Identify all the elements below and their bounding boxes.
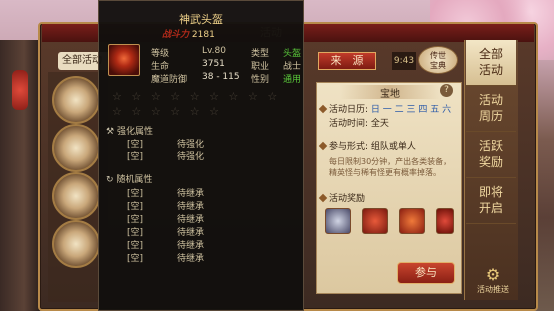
gender-label: 性别 (251, 75, 270, 85)
power-row: 战斗力 2181 (162, 27, 215, 40)
item-name: 神武头盔 (179, 13, 223, 26)
star-icon: ☆ (150, 90, 161, 103)
form-label: 参与形式: (329, 142, 369, 152)
level-value: Lv.80 (202, 46, 226, 56)
description-line-2: 精英怪与稀有怪更有概率掉落。 (329, 168, 441, 177)
activity-push-button[interactable]: ⚙ 活动推送 (472, 266, 514, 300)
tab-coming-soon[interactable]: 即将 开启 (466, 178, 516, 224)
form-row: 参与形式: 组队或单人 (318, 139, 416, 152)
form-value: 组队或单人 (370, 142, 416, 152)
time-badge: 9:43 (392, 52, 416, 70)
schedule-label: 活动日历: (329, 105, 369, 115)
random-slot-4: [空] (127, 228, 144, 238)
push-label: 活动推送 (477, 285, 509, 294)
random-status-4: 待继承 (177, 228, 205, 238)
power-label: 战斗力 (162, 30, 190, 40)
star-icon: ☆ (170, 105, 181, 118)
type-label: 类型 (251, 49, 270, 59)
reward-label: 活动奖励 (329, 194, 366, 204)
type-value: 头盔 (283, 49, 302, 59)
bullet-icon (318, 104, 328, 114)
star-icon: ☆ (228, 90, 239, 103)
mdef-value: 38 - 115 (202, 72, 240, 82)
random-slot-2: [空] (127, 202, 144, 212)
activity-slot-icon[interactable] (52, 76, 100, 124)
random-header: ↻ 随机属性 (106, 172, 152, 185)
help-icon[interactable]: ? (440, 84, 453, 97)
star-icon: ☆ (247, 90, 258, 103)
schedule-days: 日 一 二 三 四 五 六 (370, 105, 452, 115)
star-rating-row-1: ☆ ☆ ☆ ☆ ☆ ☆ ☆ ☆ ☆ (112, 90, 298, 103)
reward-item-icon[interactable] (362, 208, 388, 234)
level-label: 等级 (151, 49, 170, 59)
star-icon: ☆ (189, 105, 200, 118)
star-icon: ☆ (189, 90, 200, 103)
power-value: 2181 (191, 30, 215, 40)
enhance-slot-2: [空] (127, 152, 144, 162)
random-status-2: 待继承 (177, 202, 205, 212)
legend-book-button[interactable]: 传世 宝典 (418, 46, 458, 74)
reward-item-icon[interactable] (325, 208, 351, 234)
random-header-label: 随机属性 (116, 175, 153, 185)
activity-slot-icon[interactable] (52, 172, 100, 220)
activity-slot-icon[interactable] (52, 124, 100, 172)
enhance-header: ⚒ 强化属性 (106, 124, 153, 137)
refresh-icon: ↻ (106, 175, 114, 185)
star-icon: ☆ (150, 105, 161, 118)
gender-value: 通用 (283, 75, 302, 85)
job-value: 战士 (283, 62, 302, 72)
random-slot-5: [空] (127, 241, 144, 251)
star-icon: ☆ (209, 105, 219, 118)
bullet-icon (318, 193, 328, 203)
join-button[interactable]: 参与 (397, 262, 455, 284)
enhance-status-2: 待强化 (177, 152, 205, 162)
star-icon: ☆ (131, 90, 142, 103)
star-icon: ☆ (112, 90, 122, 103)
random-status-5: 待继承 (177, 241, 205, 251)
red-lantern-icon (12, 70, 28, 110)
random-slot-1: [空] (127, 189, 144, 199)
reward-row: 活动奖励 (318, 191, 366, 204)
reward-item-icon[interactable] (436, 208, 454, 234)
reward-item-icon[interactable] (399, 208, 425, 234)
hp-label: 生命 (151, 62, 170, 72)
tab-all-activities[interactable]: 全部 活动 (466, 40, 516, 86)
random-slot-3: [空] (127, 215, 144, 225)
source-button[interactable]: 来 源 (318, 52, 376, 70)
tab-activity-rewards[interactable]: 活跃 奖励 (466, 132, 516, 178)
time-row: 活动时间: 全天 (329, 116, 389, 129)
star-icon: ☆ (170, 90, 181, 103)
job-label: 职业 (251, 62, 270, 72)
schedule-row: 活动日历: 日 一 二 三 四 五 六 (318, 102, 452, 115)
gear-icon: ⚙ (485, 265, 501, 284)
mdef-label: 魔道防御 (151, 75, 188, 85)
bullet-icon (318, 141, 328, 151)
star-icon: ☆ (267, 90, 278, 103)
detail-title: 宝地 (340, 85, 440, 100)
wrench-icon: ⚒ (106, 127, 115, 137)
enhance-header-label: 强化属性 (116, 127, 153, 137)
star-rating-row-2: ☆ ☆ ☆ ☆ ☆ ☆ (112, 105, 298, 118)
star-icon: ☆ (209, 90, 219, 103)
tab-weekly-calendar[interactable]: 活动 周历 (466, 86, 516, 132)
helmet-icon (108, 44, 140, 76)
time-label: 活动时间: (329, 119, 369, 129)
activity-slot-icon[interactable] (52, 220, 100, 268)
random-status-6: 待继承 (177, 254, 205, 264)
star-icon: ☆ (131, 105, 142, 118)
description-line-1: 每日限制30分钟，产出各类装备， (329, 157, 452, 166)
random-status-3: 待继承 (177, 215, 205, 225)
random-status-1: 待继承 (177, 189, 205, 199)
time-value: 全天 (370, 119, 389, 129)
random-slot-6: [空] (127, 254, 144, 264)
star-icon: ☆ (112, 105, 122, 118)
hp-value: 3751 (202, 59, 225, 69)
